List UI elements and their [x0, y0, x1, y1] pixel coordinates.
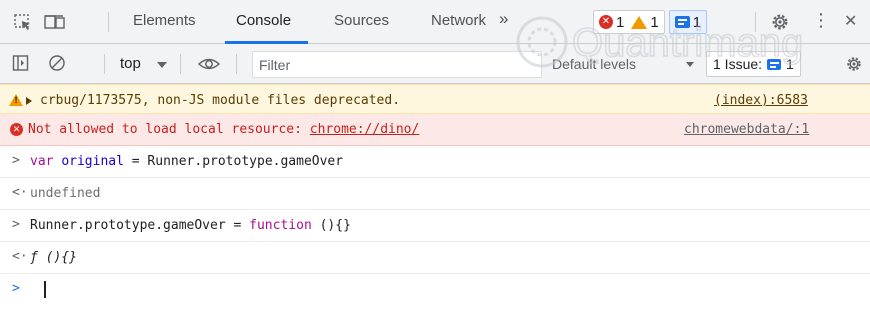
- warning-icon: [9, 94, 23, 106]
- console-error-message[interactable]: ✕ Not allowed to load local resource: ch…: [0, 114, 870, 146]
- code-keyword: var: [30, 154, 54, 169]
- toolbar-divider: [236, 54, 237, 74]
- code-keyword: function: [249, 218, 312, 233]
- tab-network[interactable]: Network: [431, 12, 486, 29]
- inspect-element-icon[interactable]: [13, 13, 33, 31]
- result-arrow-icon: <·: [12, 249, 28, 264]
- text-cursor: [44, 281, 46, 298]
- error-message: Not allowed to load local resource:: [28, 122, 302, 137]
- more-options-icon[interactable]: ⋮: [812, 10, 830, 31]
- console-warning-message[interactable]: crbug/1173575, non-JS module files depre…: [0, 84, 870, 114]
- tab-sources[interactable]: Sources: [334, 12, 389, 29]
- warning-source-link[interactable]: (index):6583: [714, 93, 808, 108]
- tab-elements[interactable]: Elements: [133, 12, 196, 29]
- console-input-line: > var original = Runner.prototype.gameOv…: [0, 146, 870, 178]
- issue-counters[interactable]: ✕ 1 1 1: [593, 10, 708, 34]
- execution-context-select[interactable]: top: [120, 55, 141, 72]
- input-code: Runner.prototype.gameOver = function (){…: [30, 218, 351, 233]
- expand-arrow-icon[interactable]: [26, 97, 32, 105]
- warning-text: crbug/1173575, non-JS module files depre…: [40, 93, 401, 108]
- live-expression-eye-icon[interactable]: [197, 55, 221, 76]
- message-icon: [674, 16, 690, 28]
- error-url-link[interactable]: chrome://dino/: [310, 122, 420, 137]
- console-input-line: > Runner.prototype.gameOver = function (…: [0, 210, 870, 242]
- toolbar-divider: [108, 12, 109, 32]
- devtools-tab-bar: Elements Console Sources Network » ✕ 1 1…: [0, 0, 870, 44]
- tab-console[interactable]: Console: [236, 12, 291, 29]
- clear-console-icon[interactable]: [48, 54, 66, 75]
- filter-input[interactable]: [252, 51, 542, 78]
- console-prompt[interactable]: >: [0, 274, 870, 306]
- message-count: 1: [692, 13, 702, 31]
- input-prompt-icon: >: [12, 217, 20, 232]
- result-value: ƒ (){}: [30, 250, 77, 265]
- close-devtools-icon[interactable]: ✕: [844, 11, 857, 31]
- error-counter[interactable]: ✕ 1 1: [593, 10, 665, 34]
- console-settings-gear-icon[interactable]: [845, 55, 863, 76]
- console-result-line: <· ƒ (){}: [0, 242, 870, 274]
- console-result-line: <· undefined: [0, 178, 870, 210]
- toolbar-divider: [180, 54, 181, 74]
- error-count: 1: [616, 13, 625, 31]
- error-icon: ✕: [10, 123, 23, 136]
- settings-gear-icon[interactable]: [770, 12, 790, 30]
- error-source-link[interactable]: chromewebdata/:1: [684, 122, 809, 137]
- issues-button[interactable]: 1 Issue: 1: [706, 51, 801, 77]
- input-prompt-icon: >: [12, 153, 20, 168]
- chevron-down-icon[interactable]: [686, 62, 694, 67]
- sidebar-toggle-icon[interactable]: [12, 54, 30, 75]
- message-counter[interactable]: 1: [668, 10, 708, 34]
- log-levels-dropdown[interactable]: Default levels: [552, 56, 636, 72]
- device-toolbar-icon[interactable]: [44, 13, 65, 31]
- toolbar-divider: [755, 12, 756, 32]
- result-arrow-icon: <·: [12, 185, 28, 200]
- code-rest: (){}: [311, 218, 351, 233]
- more-tabs-button[interactable]: »: [499, 9, 508, 29]
- input-code: var original = Runner.prototype.gameOver: [30, 154, 343, 169]
- toolbar-divider: [104, 54, 105, 74]
- code-lhs: Runner.prototype.gameOver =: [30, 218, 250, 233]
- console-toolbar: top Default levels 1 Issue: 1: [0, 44, 870, 84]
- message-icon: [767, 58, 782, 70]
- code-rest: = Runner.prototype.gameOver: [123, 154, 344, 169]
- warning-count: 1: [650, 13, 659, 31]
- issues-count: 1: [786, 56, 794, 72]
- code-variable: original: [61, 154, 124, 169]
- error-text: Not allowed to load local resource: chro…: [28, 122, 419, 137]
- chevron-down-icon[interactable]: [157, 62, 167, 68]
- issues-label: 1 Issue:: [713, 56, 763, 72]
- warning-icon: [631, 15, 648, 29]
- error-icon: ✕: [599, 15, 613, 29]
- prompt-chevron-icon: >: [12, 281, 20, 296]
- result-value: undefined: [30, 186, 101, 201]
